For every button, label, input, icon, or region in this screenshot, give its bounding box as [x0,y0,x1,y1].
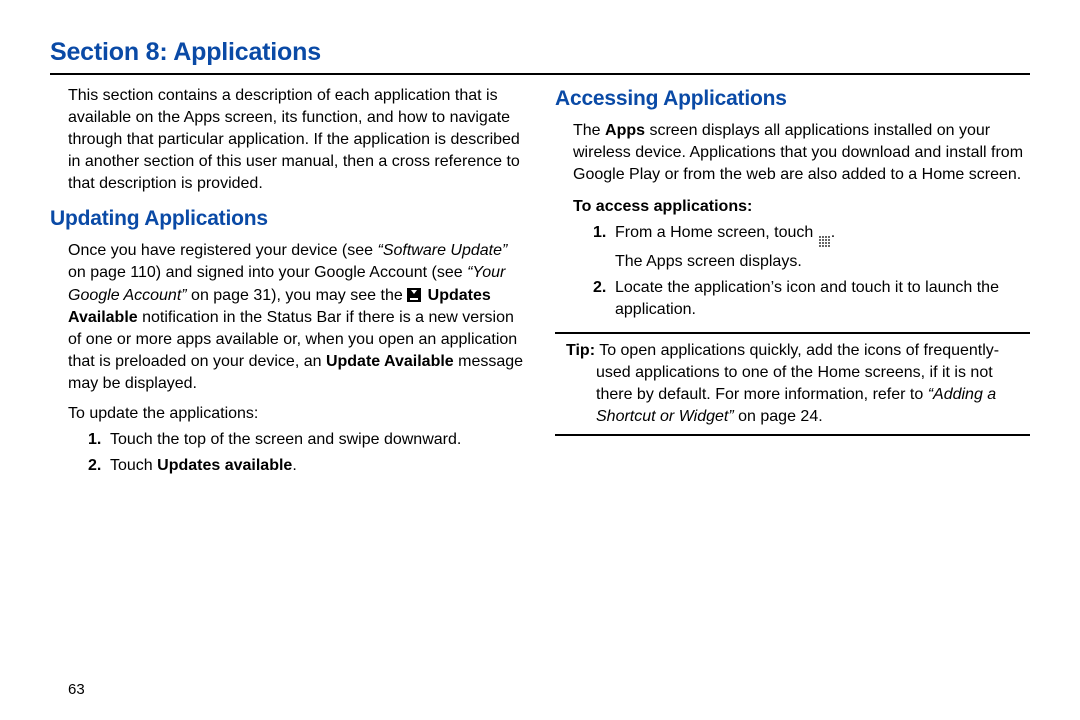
text: Once you have registered your device (se… [68,242,378,259]
step-number: 1. [88,429,101,451]
columns: This section contains a description of e… [50,85,1030,483]
list-item: 2. Locate the application’s icon and touc… [593,277,1030,321]
step-number: 2. [593,277,606,299]
list-item: 1. Touch the top of the screen and swipe … [88,429,525,451]
intro-paragraph: This section contains a description of e… [50,85,525,195]
right-column: Accessing Applications The Apps screen d… [555,85,1030,483]
step-text: Touch Updates available. [110,457,297,474]
text: on page 31), you may see the [187,287,408,304]
heading-accessing-applications: Accessing Applications [555,85,1030,114]
text: on page 110) and signed into your Google… [68,264,467,281]
step-text: Touch the top of the screen and swipe do… [110,431,461,448]
list-item: 1. From a Home screen, touch . The Apps … [593,222,1030,273]
step-number: 1. [593,222,606,244]
step-text: From a Home screen, touch . [615,222,1030,247]
page: Section 8: Applications This section con… [0,0,1080,720]
to-update-label: To update the applications: [50,403,525,425]
list-item: 2. Touch Updates available. [88,455,525,477]
page-number: 63 [68,681,85,698]
step-extra-text: The Apps screen displays. [615,247,1030,273]
tip-rule-bottom [555,434,1030,436]
tip-rule-top [555,332,1030,334]
updating-paragraph: Once you have registered your device (se… [50,240,525,395]
tip-label: Tip: [566,342,595,359]
left-column: This section contains a description of e… [50,85,525,483]
tip-body: Tip: To open applications quickly, add t… [560,340,1030,428]
text: The [573,122,605,139]
download-icon [407,288,421,302]
access-steps-list: 1. From a Home screen, touch . The Apps … [555,222,1030,321]
text: on page 24. [734,408,823,425]
update-steps-list: 1. Touch the top of the screen and swipe … [50,429,525,477]
heading-updating-applications: Updating Applications [50,205,525,234]
step-text: Locate the application’s icon and touch … [615,279,999,318]
section-rule [50,73,1030,75]
xref-software-update: “Software Update” [378,242,508,259]
section-title: Section 8: Applications [50,38,1030,67]
apps-grid-icon [819,236,830,247]
accessing-paragraph: The Apps screen displays all application… [555,120,1030,186]
step-number: 2. [88,455,101,477]
apps-label: Apps [605,122,645,139]
update-available-label: Update Available [326,353,454,370]
to-access-label: To access applications: [573,196,1030,218]
updates-available-action: Updates available [157,457,292,474]
tip-block: Tip: To open applications quickly, add t… [555,340,1030,428]
